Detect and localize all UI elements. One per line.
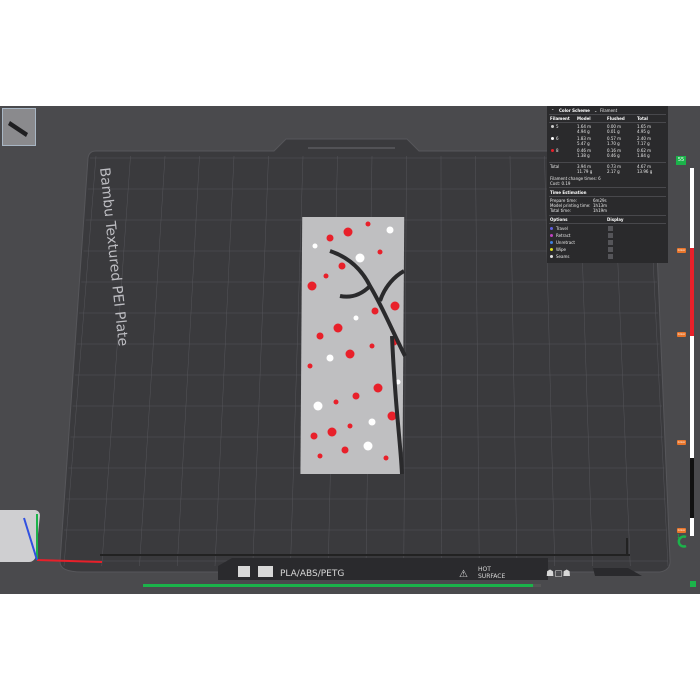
- total-total-g: 13.96 g: [637, 169, 653, 174]
- filament-model-g: 1.38 g: [577, 153, 590, 158]
- total-label: Total: [550, 164, 560, 169]
- filament-model-g: 5.47 g: [577, 141, 590, 146]
- print-progress-bar: [143, 584, 541, 587]
- option-display-checkbox[interactable]: [608, 247, 613, 252]
- color-change-marker[interactable]: Color: [677, 248, 686, 253]
- filament-swatch-6: [551, 137, 554, 140]
- plate-thumbnail[interactable]: [2, 108, 36, 146]
- filament-swatch-8: [551, 149, 554, 152]
- cost: Cost: 0.19: [550, 181, 571, 186]
- color-change-marker[interactable]: Color: [677, 528, 686, 533]
- color-scheme-select[interactable]: Filament: [600, 108, 617, 113]
- filament-id: 6: [556, 136, 559, 141]
- option-color-dot: [550, 241, 553, 244]
- chevron-down-icon[interactable]: ⌄: [594, 108, 597, 113]
- color-change-marker[interactable]: Color: [677, 440, 686, 445]
- plate-thumbnail-image: [8, 121, 28, 137]
- col-total: Total: [637, 116, 648, 121]
- option-color-dot: [550, 255, 553, 258]
- option-display-checkbox[interactable]: [608, 240, 613, 245]
- layer-bottom-handle[interactable]: 1: [677, 534, 689, 550]
- layer-top-value[interactable]: 55: [676, 156, 686, 165]
- collapse-icon[interactable]: ⌃: [551, 108, 554, 113]
- color-change-marker[interactable]: Color: [677, 332, 686, 337]
- option-color-dot: [550, 234, 553, 237]
- col-flushed: Flushed: [607, 116, 625, 121]
- option-color-dot: [550, 227, 553, 230]
- footer-warn-1: HOT: [478, 566, 491, 573]
- option-display-checkbox[interactable]: [608, 254, 613, 259]
- filament-id: 8: [556, 148, 559, 153]
- filament-id: 5: [556, 124, 559, 129]
- footer-filament-text: PLA/ABS/PETG: [280, 569, 344, 579]
- plate-view-icons[interactable]: ☗▢☗: [546, 569, 571, 579]
- total-model-g: 11.79 g: [577, 169, 593, 174]
- filament-total-g: 1.84 g: [637, 153, 650, 158]
- printed-model[interactable]: [300, 217, 407, 475]
- total-time-label: Total time:: [550, 208, 571, 213]
- layer-top-value-text: 55: [677, 157, 685, 163]
- option-label: Travel: [556, 226, 568, 231]
- filament-swatch-5: [551, 125, 554, 128]
- total-time-value: 1h19m: [593, 208, 608, 213]
- display-header: Display: [607, 217, 624, 222]
- legend-panel: ⌃ Color Scheme ⌄ Filament Filament Model…: [547, 106, 668, 263]
- col-model: Model: [577, 116, 591, 121]
- 3d-viewport[interactable]: Bambu Textured PEI Plate PLA/ABS/PETG ⚠ …: [0, 106, 700, 594]
- filament-model-g: 4.94 g: [577, 129, 590, 134]
- warning-icon: ⚠: [459, 569, 468, 580]
- color-scheme-title: Color Scheme: [559, 108, 590, 113]
- option-color-dot: [550, 248, 553, 251]
- option-display-checkbox[interactable]: [608, 226, 613, 231]
- layer-bottom-value: 1: [677, 534, 681, 540]
- filament-flushed-g: 1.70 g: [607, 141, 620, 146]
- col-filament: Filament: [550, 116, 570, 121]
- option-label: Retract: [556, 233, 571, 238]
- layer-slider[interactable]: [690, 168, 694, 536]
- option-label: Wipe: [556, 247, 566, 252]
- filament-flushed-g: 0.01 g: [607, 129, 620, 134]
- total-flushed-g: 2.17 g: [607, 169, 620, 174]
- progress-end-icon: [690, 581, 696, 587]
- time-estimation-header: Time Estimation: [550, 190, 587, 195]
- options-header: Options: [550, 217, 568, 222]
- filament-total-g: 7.17 g: [637, 141, 650, 146]
- option-display-checkbox[interactable]: [608, 233, 613, 238]
- filament-total-g: 4.95 g: [637, 129, 650, 134]
- option-label: Seams: [556, 254, 570, 259]
- option-label: Unretract: [556, 240, 575, 245]
- filament-flushed-g: 0.46 g: [607, 153, 620, 158]
- footer-warn-2: SURFACE: [478, 573, 505, 580]
